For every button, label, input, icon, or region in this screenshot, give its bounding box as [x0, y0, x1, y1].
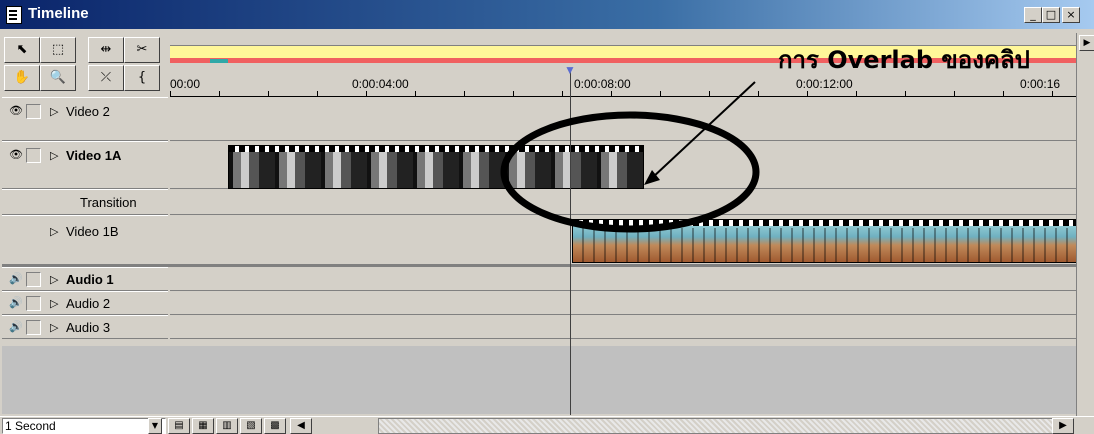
track-lane-audio-2[interactable]: [170, 291, 1076, 315]
ruler-label-12s: 0:00:12:00: [796, 77, 853, 91]
lock-toggle[interactable]: [26, 320, 41, 335]
empty-track-area: [2, 346, 1076, 414]
track-format-button[interactable]: ▤: [168, 418, 190, 434]
eye-icon[interactable]: 👁: [8, 148, 24, 162]
track-label-video-1b: Video 1B: [66, 224, 119, 239]
chevron-down-icon[interactable]: ▼: [148, 418, 162, 434]
timeline-window: Timeline _ □ × ⬉ ⬚ ⇹ ✂ ✋ 🔍 ⤫ { 00:00 0:0…: [0, 0, 1094, 434]
horizontal-scrollbar[interactable]: [378, 418, 1074, 434]
clip-video-1a[interactable]: [228, 145, 644, 189]
clip-video-1b[interactable]: [572, 219, 1078, 263]
track-label-video-2: Video 2: [66, 104, 110, 119]
zoom-tool-icon: 🔍: [49, 70, 67, 85]
cross-fade-tool-button[interactable]: ⤫: [88, 65, 124, 91]
track-options-button[interactable]: ▩: [264, 418, 286, 434]
scroll-right-button[interactable]: ▶: [1052, 418, 1074, 434]
expand-triangle-icon[interactable]: ▷: [50, 226, 60, 238]
speaker-icon[interactable]: 🔊: [8, 320, 24, 334]
track-label-audio-2: Audio 2: [66, 296, 111, 311]
hand-tool-icon: ✋: [13, 70, 31, 85]
ruler-label-16s: 0:00:16: [1020, 77, 1061, 91]
hand-tool-button[interactable]: ✋: [4, 65, 40, 91]
track-label-transition: Transition: [80, 195, 137, 210]
window-title: Timeline: [28, 5, 89, 22]
expand-triangle-icon[interactable]: ▷: [50, 106, 60, 118]
eye-icon[interactable]: 👁: [8, 104, 24, 118]
track-lane-audio-3[interactable]: [170, 315, 1076, 339]
expand-triangle-icon[interactable]: ▷: [50, 298, 60, 310]
annotation-text: การ Overlab ของคลิป: [778, 46, 1030, 74]
preview-marker: [210, 59, 228, 63]
timeline-window-icon: [6, 6, 22, 24]
selection-tool-button[interactable]: ⬉: [4, 37, 40, 63]
vertical-scrollbar[interactable]: ▶: [1076, 33, 1094, 433]
minimize-button[interactable]: _: [1024, 7, 1042, 23]
toggle-snap-button[interactable]: ▦: [192, 418, 214, 434]
lock-toggle[interactable]: [26, 272, 41, 287]
lock-toggle[interactable]: [26, 104, 41, 119]
razor-tool-icon: ✂: [136, 42, 148, 57]
in-out-point-tool-button[interactable]: {: [124, 65, 160, 91]
toggle-sync-button[interactable]: ▧: [240, 418, 262, 434]
status-bar: 1 Second ▼ ▤ ▦ ▥ ▧ ▩ ◀ ▶: [0, 416, 1094, 434]
track-header-audio-2[interactable]: 🔊 ▷ Audio 2: [2, 291, 168, 315]
track-lane-video-2[interactable]: [170, 97, 1076, 141]
range-select-tool-icon: ⬚: [51, 42, 65, 57]
selection-tool-icon: ⬉: [16, 42, 28, 57]
ruler-label-0: 00:00: [170, 77, 201, 91]
track-lane-transition[interactable]: [170, 189, 1076, 215]
speaker-icon[interactable]: 🔊: [8, 296, 24, 310]
track-select-tool-icon: ⇹: [100, 42, 112, 57]
expand-triangle-icon[interactable]: ▷: [50, 150, 60, 162]
title-bar[interactable]: Timeline _ □ ×: [0, 0, 1094, 29]
track-lane-audio-1[interactable]: [170, 267, 1076, 291]
time-scale-select[interactable]: 1 Second: [2, 418, 166, 434]
lock-toggle[interactable]: [26, 148, 41, 163]
track-header-audio-3[interactable]: 🔊 ▷ Audio 3: [2, 315, 168, 339]
track-header-audio-1[interactable]: 🔊 ▷ Audio 1: [2, 267, 168, 291]
menu-arrow-icon[interactable]: ▶: [1079, 35, 1094, 51]
edit-line[interactable]: [570, 70, 571, 415]
lock-toggle[interactable]: [26, 296, 41, 311]
ruler-label-8s: 0:00:08:00: [574, 77, 631, 91]
track-label-audio-3: Audio 3: [66, 320, 111, 335]
track-header-video-1b[interactable]: ▷ Video 1B: [2, 215, 168, 265]
track-select-tool-button[interactable]: ⇹: [88, 37, 124, 63]
speaker-icon[interactable]: 🔊: [8, 272, 24, 286]
cross-fade-tool-icon: ⤫: [100, 70, 112, 85]
scroll-left-button[interactable]: ◀: [290, 418, 312, 434]
ruler-label-4s: 0:00:04:00: [352, 77, 409, 91]
expand-triangle-icon[interactable]: ▷: [50, 274, 60, 286]
maximize-button[interactable]: □: [1042, 7, 1060, 23]
track-header-video-2[interactable]: 👁 ▷ Video 2: [2, 97, 168, 141]
close-button[interactable]: ×: [1062, 7, 1080, 23]
tool-palette: ⬉ ⬚ ⇹ ✂ ✋ 🔍 ⤫ {: [2, 33, 168, 97]
range-select-tool-button[interactable]: ⬚: [40, 37, 76, 63]
zoom-tool-button[interactable]: 🔍: [40, 65, 76, 91]
track-label-audio-1: Audio 1: [66, 272, 114, 287]
track-header-video-1a[interactable]: 👁 ▷ Video 1A: [2, 141, 168, 189]
track-label-video-1a: Video 1A: [66, 148, 122, 163]
track-header-transition[interactable]: Transition: [2, 189, 168, 215]
razor-tool-button[interactable]: ✂: [124, 37, 160, 63]
expand-triangle-icon[interactable]: ▷: [50, 322, 60, 334]
in-out-point-tool-icon: {: [137, 70, 147, 85]
toggle-shift-button[interactable]: ▥: [216, 418, 238, 434]
playhead-icon[interactable]: ▼: [563, 63, 577, 77]
